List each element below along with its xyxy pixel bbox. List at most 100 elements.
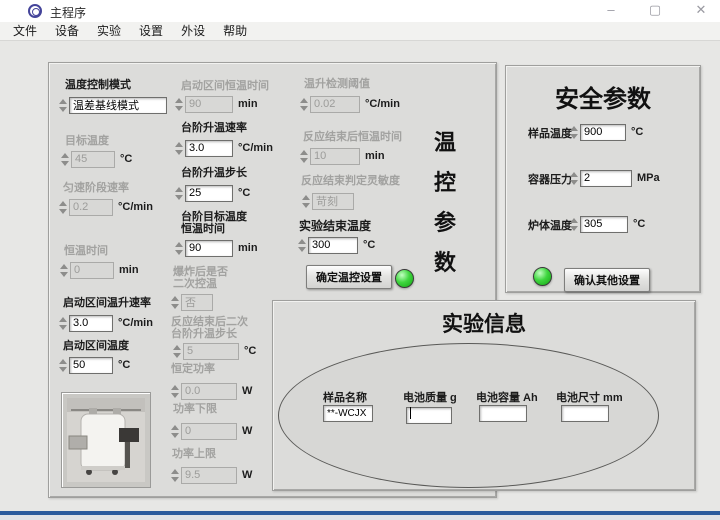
increment-icon[interactable]: [59, 99, 67, 104]
increment-icon[interactable]: [570, 126, 578, 131]
step-rate-input[interactable]: [185, 140, 233, 157]
decrement-icon[interactable]: [175, 195, 183, 200]
power-high-spinner: [169, 465, 180, 485]
maximize-button[interactable]: ▢: [638, 0, 672, 22]
step-rate-unit: °C/min: [238, 142, 273, 154]
step-hold-time-unit: min: [238, 242, 258, 254]
close-button[interactable]: ✕: [684, 0, 718, 22]
start-hold-time-input: [185, 96, 233, 113]
decrement-icon[interactable]: [570, 180, 578, 185]
decrement-icon[interactable]: [570, 226, 578, 231]
const-power-input: [181, 383, 237, 400]
rise-threshold-label: 温升检测阈值: [304, 78, 370, 90]
hold-time-label: 恒温时间: [64, 245, 108, 257]
hold-time-unit: min: [119, 264, 139, 276]
furnace-temp-spinner[interactable]: [568, 214, 579, 234]
decrement-icon: [300, 106, 308, 111]
confirm-temp-settings-button[interactable]: 确定温控设置: [306, 265, 392, 289]
step-hold-time-input[interactable]: [185, 240, 233, 257]
sample-name-input[interactable]: [323, 405, 373, 422]
step-size-input[interactable]: [185, 185, 233, 202]
sensitivity-label: 反应结束判定灵敏度: [301, 175, 400, 187]
start-rise-rate-spinner[interactable]: [57, 313, 68, 333]
target-temp-input: [71, 151, 115, 168]
increment-icon: [61, 153, 69, 158]
decrement-icon[interactable]: [59, 107, 67, 112]
decrement-icon: [59, 209, 67, 214]
end-temp-unit: °C: [363, 239, 375, 251]
window-bottom-fill: [0, 515, 720, 520]
decrement-icon[interactable]: [175, 150, 183, 155]
step-size-spinner[interactable]: [173, 183, 184, 203]
end-temp-spinner[interactable]: [296, 235, 307, 255]
menu-settings[interactable]: 设置: [130, 22, 172, 40]
battery-size-input[interactable]: [561, 405, 609, 422]
increment-icon[interactable]: [298, 239, 306, 244]
battery-capacity-input[interactable]: [479, 405, 527, 422]
increment-icon[interactable]: [59, 317, 67, 322]
explosion-recontrol-select: [181, 294, 213, 311]
battery-size-label: 电池尺寸 mm: [556, 392, 623, 404]
decrement-icon[interactable]: [175, 250, 183, 255]
rise-threshold-unit: °C/min: [365, 98, 400, 110]
explosion-recontrol-spinner: [169, 292, 180, 312]
confirm-other-settings-button[interactable]: 确认其他设置: [564, 268, 650, 292]
hold-time-input: [70, 262, 114, 279]
decrement-icon: [173, 353, 181, 358]
vessel-pressure-spinner[interactable]: [568, 168, 579, 188]
increment-icon[interactable]: [570, 218, 578, 223]
vessel-pressure-input[interactable]: [580, 170, 632, 187]
increment-icon: [59, 201, 67, 206]
increment-icon[interactable]: [175, 142, 183, 147]
decrement-icon[interactable]: [59, 325, 67, 330]
furnace-photo: [61, 392, 151, 488]
rise-threshold-input: [310, 96, 360, 113]
start-temp-input[interactable]: [69, 357, 113, 374]
increment-icon[interactable]: [570, 172, 578, 177]
decrement-icon[interactable]: [570, 134, 578, 139]
decrement-icon: [171, 433, 179, 438]
decrement-icon: [300, 158, 308, 163]
battery-capacity-label: 电池容量 Ah: [476, 392, 538, 404]
increment-icon[interactable]: [59, 359, 67, 364]
menu-help[interactable]: 帮助: [214, 22, 256, 40]
power-low-label: 功率下限: [173, 403, 217, 415]
end-temp-input[interactable]: [308, 237, 358, 254]
furnace-temp-input[interactable]: [580, 216, 628, 233]
sample-temp-input[interactable]: [580, 124, 626, 141]
temp-mode-label: 温度控制模式: [65, 79, 131, 91]
start-rise-rate-input[interactable]: [69, 315, 113, 332]
sample-name-label: 样品名称: [323, 392, 367, 404]
menu-device[interactable]: 设备: [46, 22, 88, 40]
safety-panel: 安全参数 样品温度 °C 容器压力 MPa 炉体温度 °C 确认其他设置: [505, 65, 701, 293]
step-size-label: 台阶升温步长: [181, 167, 247, 179]
increment-icon[interactable]: [175, 187, 183, 192]
increment-icon[interactable]: [175, 242, 183, 247]
decrement-icon[interactable]: [59, 367, 67, 372]
menu-peripherals[interactable]: 外设: [172, 22, 214, 40]
step-hold-time-spinner[interactable]: [173, 238, 184, 258]
step-rate-spinner[interactable]: [173, 138, 184, 158]
increment-icon: [300, 150, 308, 155]
start-hold-time-label: 启动区间恒温时间: [181, 80, 269, 92]
minimize-button[interactable]: –: [594, 0, 628, 22]
battery-mass-input[interactable]: [406, 407, 452, 424]
sensitivity-select: [312, 193, 354, 210]
vessel-pressure-label: 容器压力: [528, 174, 572, 186]
decrement-icon[interactable]: [298, 247, 306, 252]
menu-file[interactable]: 文件: [4, 22, 46, 40]
temp-mode-spinner[interactable]: [57, 95, 68, 115]
start-hold-time-unit: min: [238, 98, 258, 110]
sample-temp-unit: °C: [631, 126, 643, 138]
app-icon: [28, 4, 42, 18]
explosion-recontrol-label: 爆炸后是否 二次控温: [173, 266, 228, 290]
temp-mode-select[interactable]: [69, 97, 167, 114]
start-rise-rate-unit: °C/min: [118, 317, 153, 329]
step-rate-label: 台阶升温速率: [181, 122, 247, 134]
sample-temp-spinner[interactable]: [568, 122, 579, 142]
start-temp-label: 启动区间温度: [63, 340, 129, 352]
increment-icon: [302, 195, 310, 200]
const-power-unit: W: [242, 385, 252, 397]
menu-experiment[interactable]: 实验: [88, 22, 130, 40]
start-temp-spinner[interactable]: [57, 355, 68, 375]
